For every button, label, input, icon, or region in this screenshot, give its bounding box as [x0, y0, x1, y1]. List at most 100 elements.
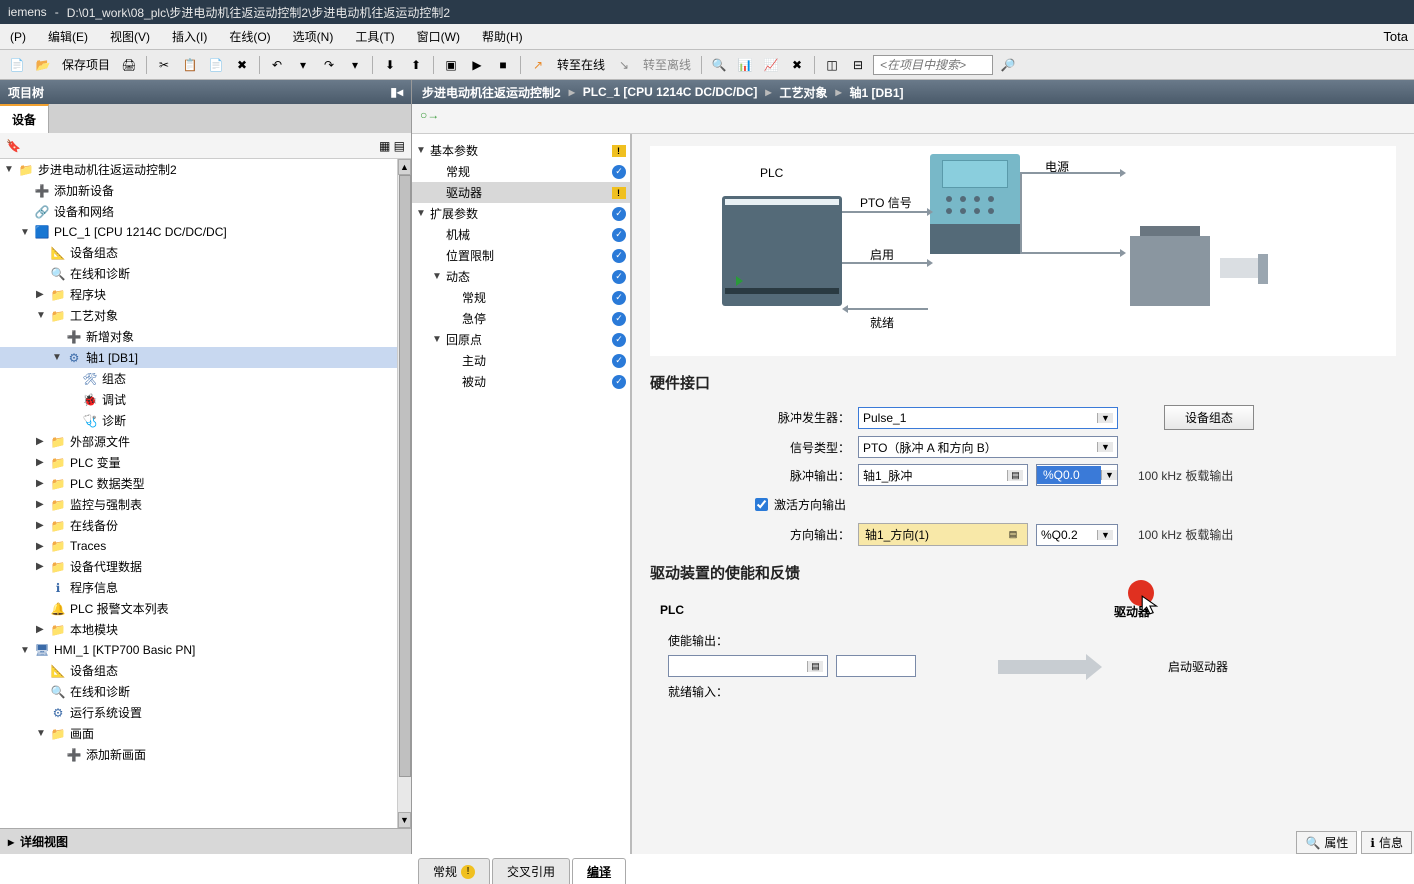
tree-item[interactable]: ▶📁在线备份 — [0, 515, 411, 536]
open-project-icon[interactable]: 📂 — [32, 54, 54, 76]
tree-scrollbar[interactable]: ▲ ▼ — [397, 159, 411, 828]
caret-icon[interactable]: ▶ — [36, 499, 46, 510]
cut-icon[interactable]: ✂ — [153, 54, 175, 76]
print-icon[interactable]: 🖨 — [118, 54, 140, 76]
menu-p[interactable]: (P) — [6, 28, 30, 46]
go-offline-icon[interactable]: ↘ — [613, 54, 635, 76]
tree-item[interactable]: ▼📁步进电动机往返运动控制2 — [0, 159, 411, 180]
project-search-input[interactable] — [873, 55, 993, 75]
caret-icon[interactable]: ▶ — [36, 436, 46, 447]
caret-icon[interactable]: ▶ — [36, 478, 46, 489]
caret-icon[interactable]: ▶ — [36, 624, 46, 635]
tree-item[interactable]: ▶📁本地模块 — [0, 619, 411, 640]
caret-icon[interactable]: ▼ — [20, 227, 30, 238]
caret-icon[interactable]: ▼ — [36, 310, 46, 321]
upload-icon[interactable]: ⬆ — [405, 54, 427, 76]
tree-view-icon1[interactable]: ▦ — [379, 139, 390, 153]
tree-item[interactable]: 🩺诊断 — [0, 410, 411, 431]
config-tree-item[interactable]: ▼基本参数 — [412, 140, 630, 161]
tree-item[interactable]: 📐设备组态 — [0, 242, 411, 263]
tree-item[interactable]: ▼📁画面 — [0, 723, 411, 744]
signal-type-select[interactable]: PTO（脉冲 A 和方向 B） ▼ — [858, 436, 1118, 458]
list-icon[interactable]: ▤ — [1007, 470, 1023, 481]
tree-item[interactable]: ▼📁工艺对象 — [0, 305, 411, 326]
caret-icon[interactable]: ▼ — [36, 728, 46, 739]
tree-item[interactable]: 📐设备组态 — [0, 660, 411, 681]
tree-item[interactable]: ➕新增对象 — [0, 326, 411, 347]
config-tree-item[interactable]: ▼回原点✓ — [412, 329, 630, 350]
config-tree[interactable]: ▼基本参数常规✓驱动器▼扩展参数✓机械✓位置限制✓▼动态✓常规✓急停✓▼回原点✓… — [412, 134, 632, 854]
list-icon[interactable]: ▤ — [1005, 529, 1021, 540]
dir-out-name-field[interactable]: 轴1_方向(1) ▤ — [858, 523, 1028, 546]
search-go-icon[interactable]: 🔎 — [997, 54, 1019, 76]
menu-help[interactable]: 帮助(H) — [478, 26, 527, 47]
tab-xref[interactable]: 交叉引用 — [492, 858, 570, 884]
caret-icon[interactable]: ▼ — [20, 645, 30, 656]
tree-item[interactable]: 🔍在线和诊断 — [0, 263, 411, 284]
scroll-down-icon[interactable]: ▼ — [398, 812, 411, 828]
tree-item[interactable]: ▶📁外部源文件 — [0, 431, 411, 452]
go-online-icon[interactable]: ↗ — [527, 54, 549, 76]
caret-icon[interactable]: ▶ — [36, 520, 46, 531]
activate-dir-checkbox[interactable] — [755, 498, 768, 511]
tree-item[interactable]: ▶📁PLC 数据类型 — [0, 473, 411, 494]
tb-misc1-icon[interactable]: 🔍 — [708, 54, 730, 76]
pulse-out-addr-select[interactable]: %Q0.0 ▼ — [1036, 464, 1118, 486]
crumb-techobj[interactable]: 工艺对象 — [779, 84, 827, 101]
caret-icon[interactable]: ▼ — [4, 164, 14, 175]
project-tree[interactable]: ▼📁步进电动机往返运动控制2➕添加新设备🔗设备和网络▼🟦PLC_1 [CPU 1… — [0, 159, 411, 828]
menu-window[interactable]: 窗口(W) — [413, 26, 464, 47]
go-online-btn[interactable]: 转至在线 — [553, 56, 609, 73]
config-tree-item[interactable]: 机械✓ — [412, 224, 630, 245]
tree-item[interactable]: 🔍在线和诊断 — [0, 681, 411, 702]
config-tree-item[interactable]: 位置限制✓ — [412, 245, 630, 266]
tab-compile[interactable]: 编译 — [572, 858, 626, 884]
config-tree-item[interactable]: ▼动态✓ — [412, 266, 630, 287]
tab-general[interactable]: 常规! — [418, 858, 490, 884]
menu-view[interactable]: 视图(V) — [106, 26, 154, 47]
compile-icon[interactable]: ▣ — [440, 54, 462, 76]
editor-toolbar-icon[interactable]: ○→ — [420, 108, 439, 122]
tree-item[interactable]: ▼🖥HMI_1 [KTP700 Basic PN] — [0, 640, 411, 660]
download-icon[interactable]: ⬇ — [379, 54, 401, 76]
go-offline-btn[interactable]: 转至离线 — [639, 56, 695, 73]
tree-item[interactable]: ▶📁监控与强制表 — [0, 494, 411, 515]
paste-icon[interactable]: 📄 — [205, 54, 227, 76]
scroll-thumb[interactable] — [399, 175, 411, 777]
redo-dropdown-icon[interactable]: ▾ — [344, 54, 366, 76]
tree-item[interactable]: ▶📁程序块 — [0, 284, 411, 305]
tree-item[interactable]: ➕添加新设备 — [0, 180, 411, 201]
tree-item[interactable]: 🐞调试 — [0, 389, 411, 410]
stop-icon[interactable]: ■ — [492, 54, 514, 76]
undo-icon[interactable]: ↶ — [266, 54, 288, 76]
tree-item[interactable]: 🛠组态 — [0, 368, 411, 389]
menu-insert[interactable]: 插入(I) — [168, 26, 211, 47]
config-tree-item[interactable]: 急停✓ — [412, 308, 630, 329]
crumb-axis[interactable]: 轴1 [DB1] — [850, 84, 904, 101]
tree-item[interactable]: ⚙运行系统设置 — [0, 702, 411, 723]
new-project-icon[interactable]: 📄 — [6, 54, 28, 76]
tree-item[interactable]: 🔗设备和网络 — [0, 201, 411, 222]
caret-icon[interactable]: ▶ — [36, 541, 46, 552]
devices-tab[interactable]: 设备 — [0, 104, 49, 133]
caret-icon[interactable]: ▼ — [52, 352, 62, 363]
tree-item[interactable]: ℹ程序信息 — [0, 577, 411, 598]
tree-item[interactable]: ▼🟦PLC_1 [CPU 1214C DC/DC/DC] — [0, 222, 411, 242]
enable-out-field[interactable]: ▤ — [668, 655, 828, 677]
dir-out-addr-select[interactable]: %Q0.2 ▼ — [1036, 524, 1118, 546]
pulse-out-name-select[interactable]: 轴1_脉冲 ▤ — [858, 464, 1028, 486]
dropdown-icon[interactable]: ▼ — [1097, 530, 1113, 540]
caret-icon[interactable]: ▼ — [416, 208, 426, 219]
tree-item[interactable]: ▼⚙轴1 [DB1] — [0, 347, 411, 368]
caret-icon[interactable]: ▶ — [36, 457, 46, 468]
list-icon[interactable]: ▤ — [807, 661, 823, 672]
config-tree-item[interactable]: 主动✓ — [412, 350, 630, 371]
config-tree-item[interactable]: ▼扩展参数✓ — [412, 203, 630, 224]
tree-item[interactable]: ➕添加新画面 — [0, 744, 411, 765]
tree-filter-icon[interactable]: 🔖 — [6, 139, 21, 153]
crumb-project[interactable]: 步进电动机往返运动控制2 — [422, 84, 561, 101]
config-tree-item[interactable]: 常规✓ — [412, 161, 630, 182]
tree-item[interactable]: 🔔PLC 报警文本列表 — [0, 598, 411, 619]
caret-icon[interactable]: ▶ — [36, 289, 46, 300]
properties-button[interactable]: 🔍属性 — [1296, 831, 1357, 854]
